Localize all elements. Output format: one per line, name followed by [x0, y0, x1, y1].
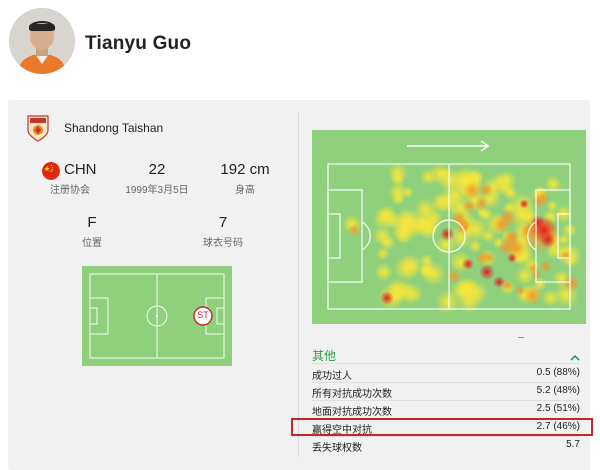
stat-value: 5.7 [566, 439, 580, 450]
heat-blob [479, 264, 495, 280]
stat-row: 丢失球权数 5.7 [312, 437, 580, 454]
birthdate-label: 1999年3月5日 [125, 185, 189, 196]
heat-blob [373, 262, 394, 282]
stat-label: 所有对抗成功次数 [312, 389, 392, 400]
heat-blob [462, 258, 474, 270]
height-label: 身高 [235, 185, 255, 196]
heat-blob [535, 190, 550, 205]
heat-blob [348, 224, 360, 236]
heat-blob [539, 260, 552, 273]
separator-mark [518, 337, 524, 338]
heat-blob [393, 255, 419, 282]
heat-blob [462, 199, 476, 213]
position-pitch: ST [82, 266, 232, 366]
player-name: Tianyu Guo [85, 33, 192, 54]
stat-row: 地面对抗成功次数 2.5 (51%) [312, 401, 580, 418]
shirt-number-label: 球衣号码 [203, 238, 243, 249]
heat-blob [519, 199, 529, 209]
stat-row: 成功过人 0.5 (88%) [312, 365, 580, 382]
stat-value: 2.5 (51%) [536, 403, 580, 414]
stat-label: 成功过人 [312, 371, 352, 382]
heat-blob [380, 291, 394, 305]
heat-blob [440, 227, 454, 241]
china-flag-icon [42, 162, 60, 180]
heat-blob [430, 192, 451, 213]
heat-blob [541, 288, 560, 308]
column-divider [298, 112, 299, 457]
club-logo-icon[interactable] [26, 114, 50, 142]
heat-blob [478, 182, 494, 198]
heat-blob [372, 226, 392, 246]
shirt-number-value: 7 [218, 214, 228, 231]
club-name[interactable]: Shandong Taishan [64, 121, 163, 135]
heat-blob [395, 207, 423, 235]
heat-blob [401, 283, 424, 306]
heat-blob [375, 246, 390, 261]
heat-blob [462, 181, 482, 200]
heatmap [312, 130, 586, 324]
position-label: 位置 [82, 238, 102, 249]
heat-blob [523, 286, 542, 306]
heat-blob [562, 274, 581, 293]
heat-blob [503, 185, 519, 201]
position-badge: ST [197, 310, 209, 320]
heat-blob [419, 168, 438, 186]
heat-blob [531, 215, 545, 229]
nationality-value: CHN [64, 161, 97, 178]
player-avatar [9, 8, 75, 74]
heat-blob [493, 276, 505, 288]
chevron-up-icon[interactable] [569, 349, 581, 361]
stat-value: 5.2 (48%) [536, 385, 580, 396]
highlight-box [291, 418, 593, 436]
heat-blob [391, 191, 406, 206]
age-value: 22 [148, 161, 166, 178]
section-title[interactable]: 其他 [312, 347, 336, 364]
heat-blob [498, 208, 517, 227]
heat-blob [507, 253, 517, 263]
heat-blob [474, 196, 489, 211]
heat-blob [515, 285, 526, 296]
height-value: 192 cm [220, 161, 270, 178]
stat-value: 0.5 (88%) [536, 367, 580, 378]
heat-blob [543, 174, 563, 194]
stat-label: 丢失球权数 [312, 443, 362, 454]
heat-blob [475, 250, 490, 265]
heat-blob [435, 289, 461, 315]
heat-blob [503, 230, 520, 247]
stat-label: 地面对抗成功次数 [312, 407, 392, 418]
nationality-label: 注册协会 [50, 185, 90, 196]
section-divider [312, 363, 580, 364]
position-value: F [87, 214, 97, 231]
stat-row: 所有对抗成功次数 5.2 (48%) [312, 383, 580, 400]
heat-blob [540, 232, 556, 248]
player-header: Tianyu Guo [0, 0, 600, 90]
heat-blob [417, 261, 435, 279]
